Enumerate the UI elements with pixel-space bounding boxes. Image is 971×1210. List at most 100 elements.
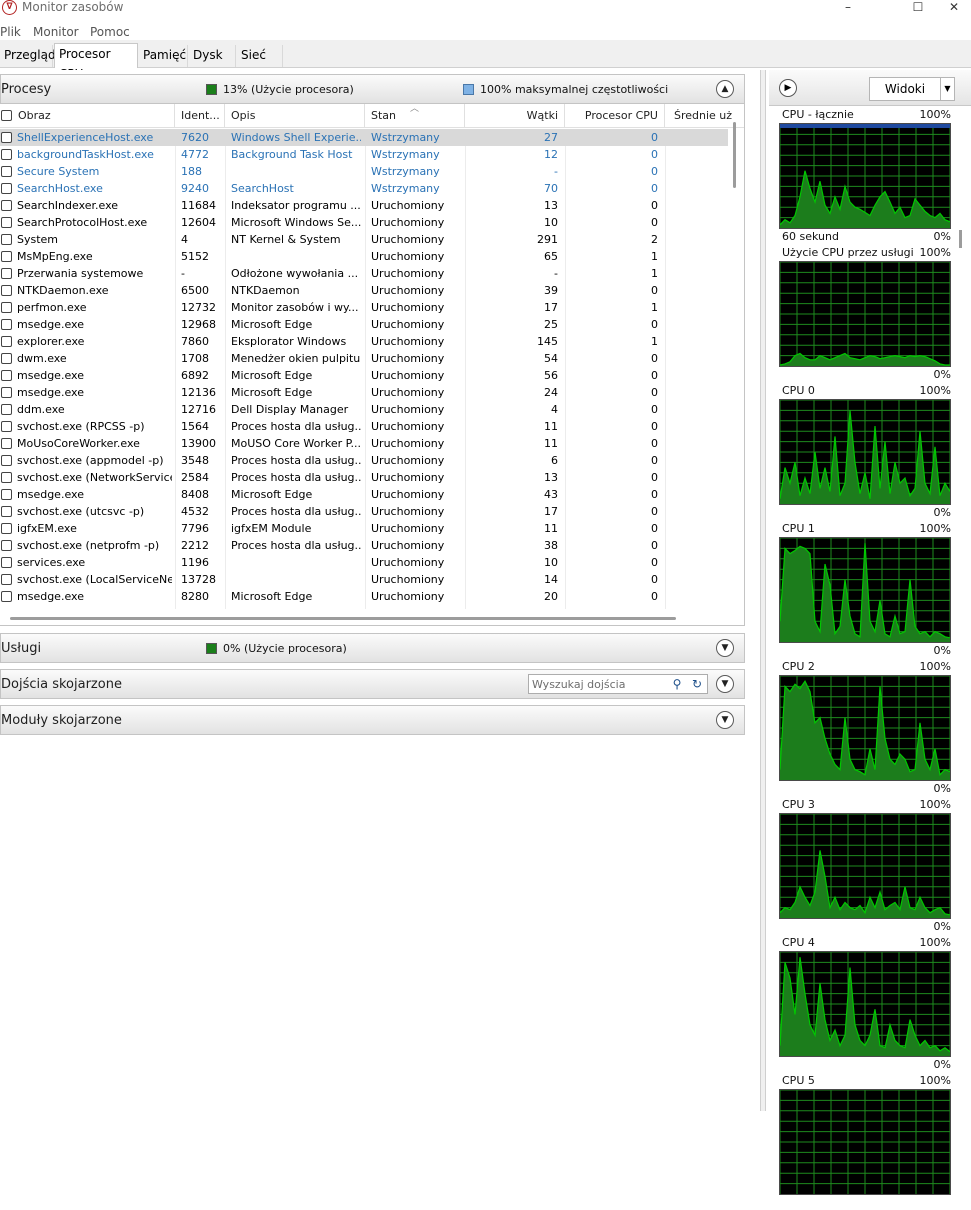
table-row[interactable]: msedge.exe 12968 Microsoft Edge Uruchomiony… [0, 316, 728, 333]
cell-description: Microsoft Edge [231, 369, 313, 382]
collapse-graphs-chevron-right-icon[interactable]: ▶ [779, 79, 797, 97]
table-row[interactable]: Secure System 188 Wstrzymany - 0 [0, 163, 728, 180]
services-header[interactable]: Usługi 0% (Użycie procesora) ▼ [0, 633, 745, 663]
row-checkbox[interactable] [1, 183, 12, 194]
table-row[interactable]: msedge.exe 8408 Microsoft Edge Uruchomiony 4… [0, 486, 728, 503]
table-row[interactable]: backgroundTaskHost.exe 4772 Background Tas… [0, 146, 728, 163]
table-row[interactable]: svchost.exe (RPCSS -p) 1564 Proces hosta d… [0, 418, 728, 435]
table-row[interactable]: perfmon.exe 12732 Monitor zasobów i wy... U… [0, 299, 728, 316]
table-row[interactable]: SearchIndexer.exe 11684 Indeksator program… [0, 197, 728, 214]
tab-disk[interactable]: Dysk [189, 45, 236, 67]
row-checkbox[interactable] [1, 234, 12, 245]
views-dropdown-arrow-icon[interactable]: ▼ [940, 78, 954, 100]
cell-description: SearchHost [231, 182, 294, 195]
table-row[interactable]: svchost.exe (LocalServiceNet... 13728 Uruc… [0, 571, 728, 588]
tab-memory[interactable]: Pamięć [139, 45, 188, 67]
table-row[interactable]: msedge.exe 8280 Microsoft Edge Uruchomiony 2… [0, 588, 728, 605]
handles-search-input[interactable] [529, 675, 669, 693]
table-row[interactable]: MsMpEng.exe 5152 Uruchomiony 65 1 [0, 248, 728, 265]
row-checkbox[interactable] [1, 591, 12, 602]
row-checkbox[interactable] [1, 404, 12, 415]
tab-network[interactable]: Sieć [237, 45, 283, 67]
processes-vertical-scrollbar[interactable] [733, 122, 736, 188]
table-row[interactable]: svchost.exe (NetworkService... 2584 Proces… [0, 469, 728, 486]
table-row[interactable]: msedge.exe 12136 Microsoft Edge Uruchomiony… [0, 384, 728, 401]
column-state[interactable]: Stan ︿ [365, 104, 465, 128]
row-checkbox[interactable] [1, 268, 12, 279]
row-checkbox[interactable] [1, 302, 12, 313]
row-checkbox[interactable] [1, 574, 12, 585]
row-checkbox[interactable] [1, 438, 12, 449]
expand-modules-chevron-down-icon[interactable]: ▼ [716, 711, 734, 729]
maximize-button[interactable]: ☐ [895, 0, 941, 16]
close-button[interactable]: ✕ [937, 0, 971, 16]
row-checkbox[interactable] [1, 455, 12, 466]
pane-splitter[interactable] [760, 70, 766, 1111]
row-checkbox[interactable] [1, 523, 12, 534]
table-row[interactable]: igfxEM.exe 7796 igfxEM Module Uruchomiony 11… [0, 520, 728, 537]
collapse-processes-chevron-up-icon[interactable]: ▲ [716, 80, 734, 98]
row-checkbox[interactable] [1, 166, 12, 177]
cell-image: Przerwania systemowe [17, 267, 144, 280]
table-row[interactable]: Przerwania systemowe - Odłożone wywołania … [0, 265, 728, 282]
row-checkbox[interactable] [1, 540, 12, 551]
row-checkbox[interactable] [1, 149, 12, 160]
row-checkbox[interactable] [1, 421, 12, 432]
cell-cpu: 0 [651, 182, 658, 195]
search-icon[interactable]: ⚲ [669, 676, 685, 692]
table-row[interactable]: MoUsoCoreWorker.exe 13900 MoUSO Core Worke… [0, 435, 728, 452]
row-checkbox[interactable] [1, 353, 12, 364]
table-row[interactable]: NTKDaemon.exe 6500 NTKDaemon Uruchomiony 39 0 [0, 282, 728, 299]
processes-horizontal-scrollbar[interactable] [10, 617, 676, 620]
row-checkbox[interactable] [1, 387, 12, 398]
table-row[interactable]: msedge.exe 6892 Microsoft Edge Uruchomiony 5… [0, 367, 728, 384]
row-checkbox[interactable] [1, 132, 12, 143]
table-row[interactable]: explorer.exe 7860 Eksplorator Windows Uruch… [0, 333, 728, 350]
cell-threads: 4 [551, 403, 558, 416]
row-checkbox[interactable] [1, 489, 12, 500]
select-all-checkbox[interactable] [1, 110, 12, 121]
processes-header[interactable]: Procesy 13% (Użycie procesora) 100% maks… [0, 74, 745, 104]
views-button[interactable]: Widoki ▼ [869, 77, 955, 101]
row-checkbox[interactable] [1, 506, 12, 517]
minimize-button[interactable]: – [825, 0, 871, 16]
column-threads[interactable]: Wątki [465, 104, 565, 128]
row-checkbox[interactable] [1, 370, 12, 381]
column-image[interactable]: Obraz [0, 104, 175, 128]
menu-file[interactable]: Plik [0, 25, 21, 39]
handles-header[interactable]: Dojścia skojarzone ⚲ ↻ ▼ [0, 669, 745, 699]
table-row[interactable]: ddm.exe 12716 Dell Display Manager Uruchomi… [0, 401, 728, 418]
table-row[interactable]: ShellExperienceHost.exe 7620 Windows Shell… [0, 129, 728, 146]
column-pid[interactable]: Ident... [175, 104, 225, 128]
column-description[interactable]: Opis [225, 104, 365, 128]
tab-overview[interactable]: Przegląd [0, 45, 56, 67]
menu-help[interactable]: Pomoc [90, 25, 130, 39]
cell-image: SearchHost.exe [17, 182, 103, 195]
menu-monitor[interactable]: Monitor [33, 25, 79, 39]
row-checkbox[interactable] [1, 285, 12, 296]
row-checkbox[interactable] [1, 472, 12, 483]
table-row[interactable]: svchost.exe (netprofm -p) 2212 Proces host… [0, 537, 728, 554]
table-row[interactable]: svchost.exe (utcsvc -p) 4532 Proces hosta … [0, 503, 728, 520]
row-checkbox[interactable] [1, 336, 12, 347]
table-row[interactable]: dwm.exe 1708 Menedżer okien pulpitu Uruchom… [0, 350, 728, 367]
tab-cpu[interactable]: Procesor CPU [54, 43, 138, 81]
row-checkbox[interactable] [1, 251, 12, 262]
graphs-vertical-scrollbar[interactable] [959, 230, 962, 248]
modules-header[interactable]: Moduły skojarzone ▼ [0, 705, 745, 735]
table-row[interactable]: svchost.exe (appmodel -p) 3548 Proces host… [0, 452, 728, 469]
row-checkbox[interactable] [1, 319, 12, 330]
row-checkbox[interactable] [1, 200, 12, 211]
refresh-icon[interactable]: ↻ [689, 676, 705, 692]
column-cpu[interactable]: Procesor CPU [565, 104, 665, 128]
cpu-graph: Użycie CPU przez usługi 100% 0% [779, 246, 951, 382]
expand-services-chevron-down-icon[interactable]: ▼ [716, 639, 734, 657]
table-row[interactable]: services.exe 1196 Uruchomiony 10 0 [0, 554, 728, 571]
table-row[interactable]: SearchProtocolHost.exe 12604 Microsoft Win… [0, 214, 728, 231]
row-checkbox[interactable] [1, 217, 12, 228]
table-row[interactable]: SearchHost.exe 9240 SearchHost Wstrzymany 70… [0, 180, 728, 197]
row-checkbox[interactable] [1, 557, 12, 568]
cell-cpu: 0 [651, 437, 658, 450]
expand-handles-chevron-down-icon[interactable]: ▼ [716, 675, 734, 693]
table-row[interactable]: System 4 NT Kernel & System Uruchomiony 291 2 [0, 231, 728, 248]
